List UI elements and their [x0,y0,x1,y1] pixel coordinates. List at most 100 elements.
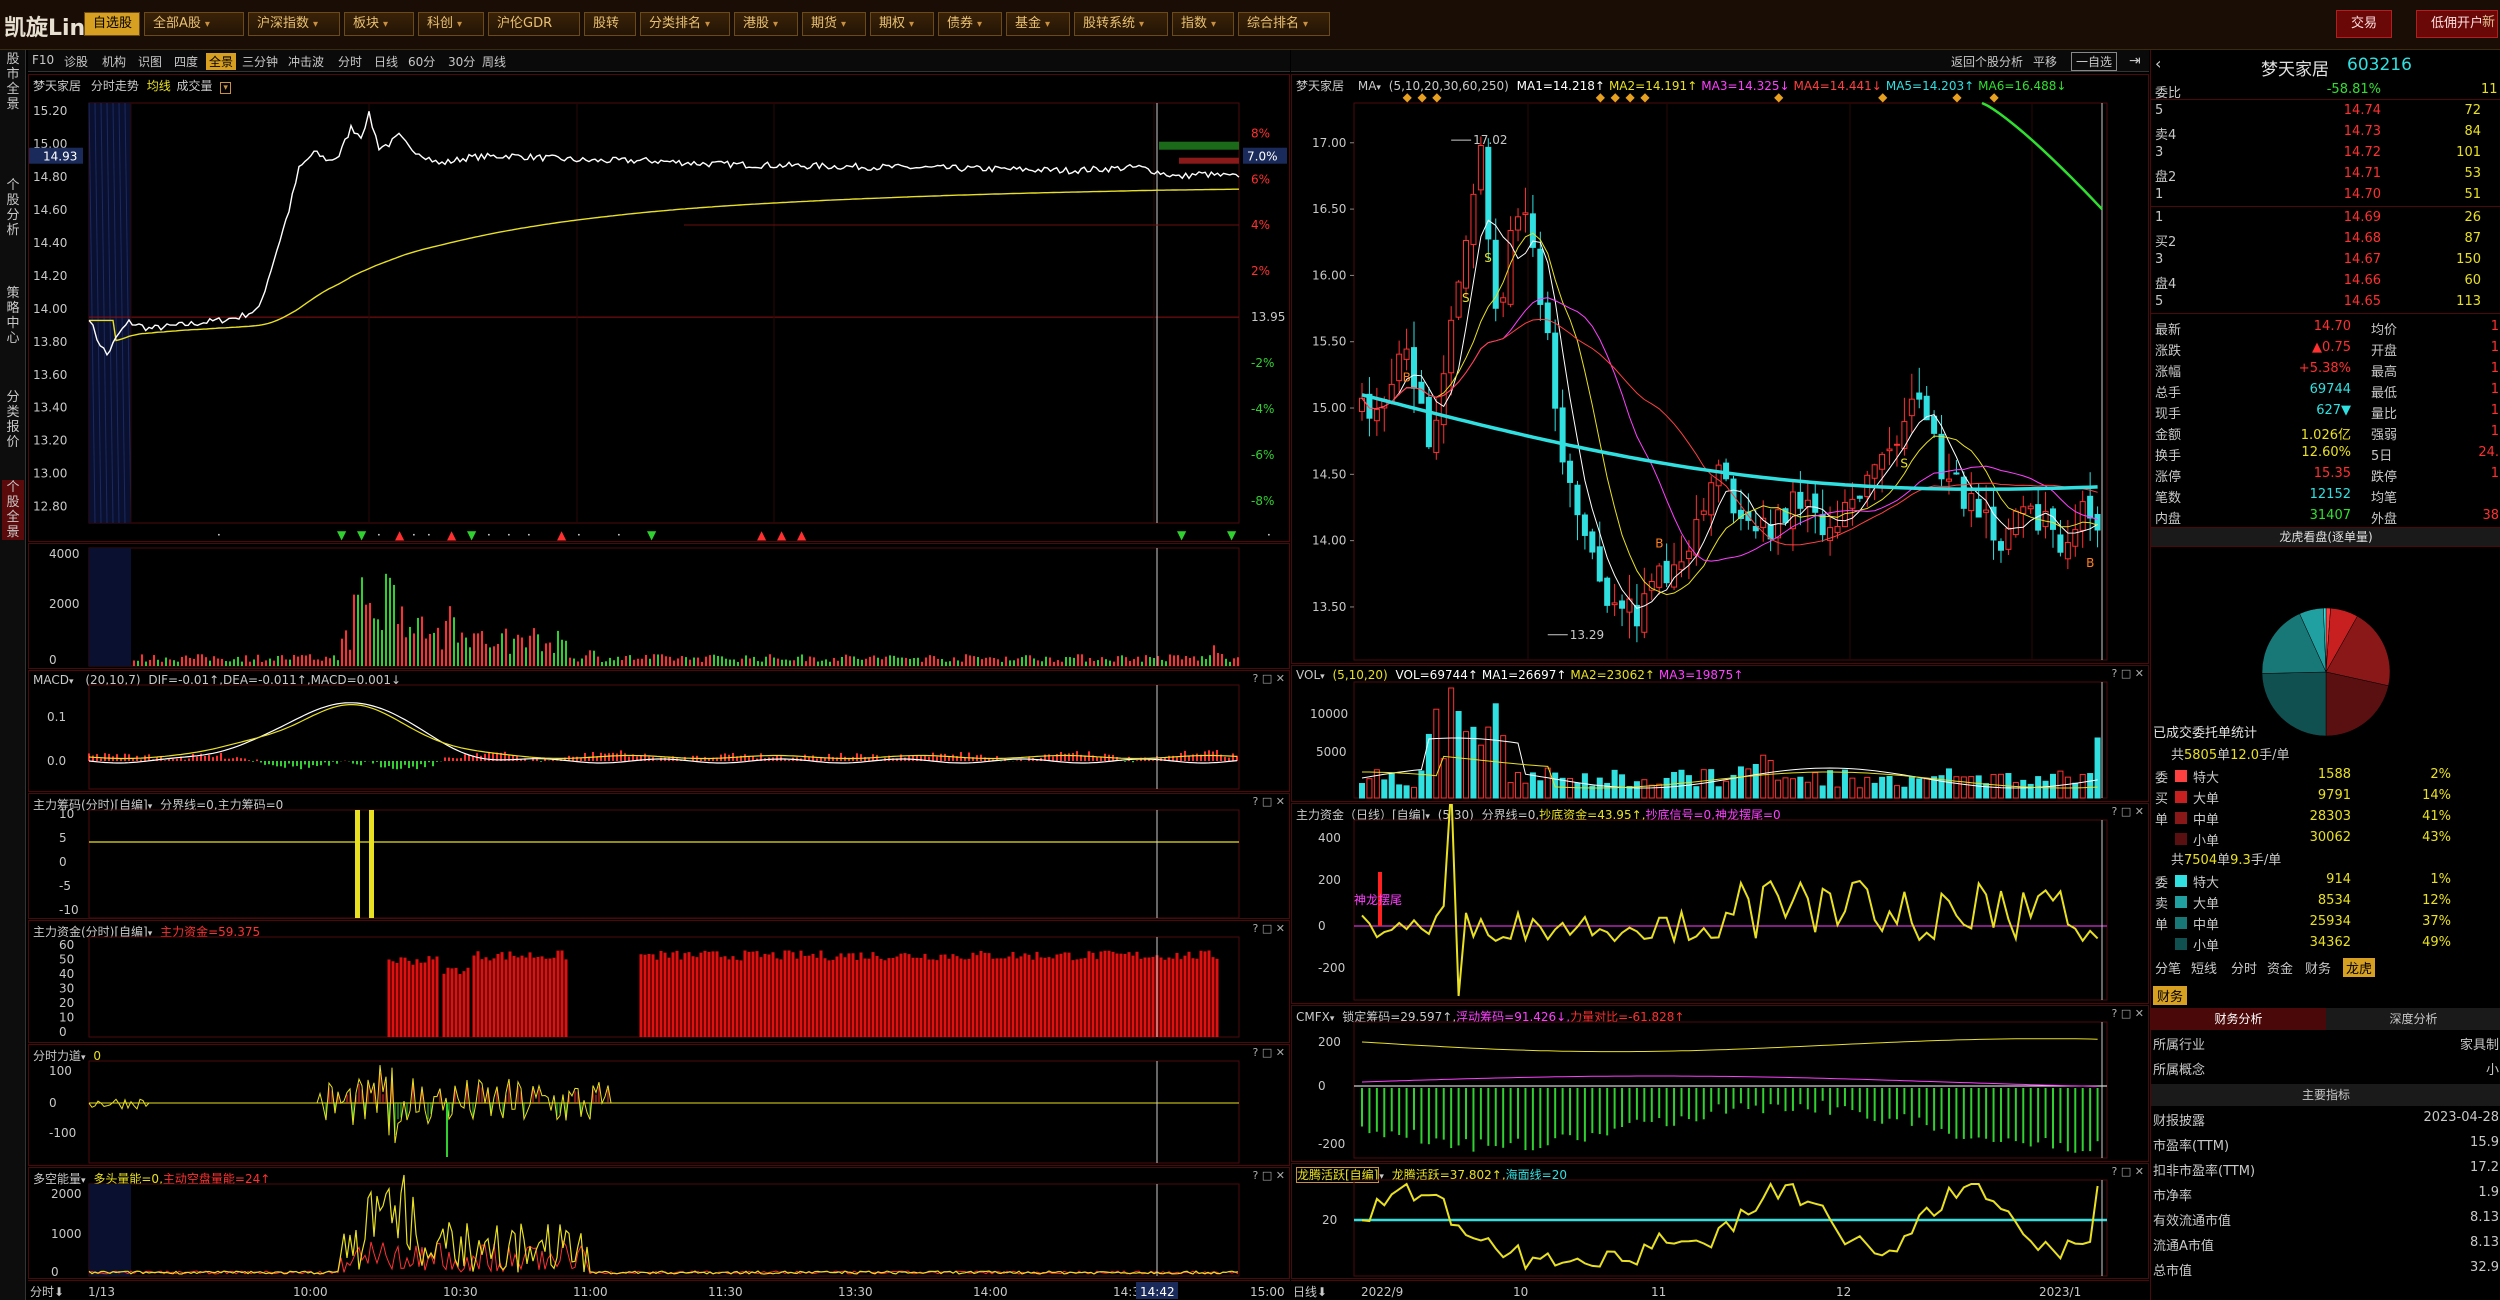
fin-sub-tab-2[interactable]: 深度分析 [2326,1008,2500,1030]
fin-tab[interactable]: 财务 [2153,986,2188,1005]
signal-marker: ▲ [797,528,807,542]
candle-body [1953,472,1960,475]
price-tick: 12.80 [33,500,67,514]
fin-row-label: 财报披露 [2153,1114,2206,1129]
candle-body [1418,381,1425,404]
quote-tab-2[interactable]: 分时 [2231,958,2257,977]
side-tab-0[interactable]: 股市全景 [2,52,24,112]
toolbar-item-4[interactable]: 四度 [174,53,198,70]
daily-toolbar-item-0[interactable]: 返回个股分析 [1951,53,2023,70]
candle-body [1529,213,1536,248]
quote-tab-0[interactable]: 分笔 [2155,958,2181,977]
menu-4[interactable]: 科创 ▾ [418,12,484,36]
menu-13[interactable]: 股转系统 ▾ [1074,12,1168,36]
vol-bar [1373,769,1380,799]
intraday-zlcm-chart: 10 5 0 -5 -10 [59,807,1240,918]
toolbar-item-7[interactable]: 冲击波 [288,53,324,70]
candle-body [1522,212,1529,215]
zlzj-tick: 400 [1318,831,1341,845]
vol-bar [1433,708,1440,799]
toolbar-item-2[interactable]: 机构 [102,53,126,70]
candle-body [1544,302,1551,334]
menu-10[interactable]: 期权 ▾ [870,12,934,36]
order-row: 委 特大 1588 2% [2151,765,2500,786]
side-tab-2[interactable]: 策略中心 [2,286,24,346]
toolbar-item-12[interactable]: 周线 [482,53,506,70]
menu-11[interactable]: 债券 ▾ [938,12,1002,36]
candle-body [1737,509,1744,520]
macd-tick: 0.0 [47,754,66,768]
vol-bar [1381,779,1388,799]
top-diamond: ◆ [1640,90,1650,104]
side-tab-4[interactable]: 个股全景 [2,480,24,540]
stat-value-2: 38 [2482,508,2499,523]
candle-body [1990,506,1997,541]
order-volume: 34362 [2309,935,2351,950]
candle-body [1641,593,1648,633]
daily-toolbar-item-1[interactable]: 平移 [2033,53,2057,70]
daily-zlzj-chart: 400 200 0 -200 神龙摆尾 [1318,804,2108,1001]
toolbar-item-3[interactable]: 识图 [138,53,162,70]
toolbar-item-1[interactable]: 诊股 [64,53,88,70]
side-tab-3[interactable]: 分类报价 [2,390,24,450]
vol-bar [1908,776,1915,799]
intraday-fsld-chart: 100 0 -100 [49,1060,1240,1164]
menu-15[interactable]: 综合排名 ▾ [1238,12,1330,36]
top-right-button-2[interactable]: 新 [2482,10,2495,38]
premarket-shade [89,1184,131,1276]
date-axis-mode: 日线⬇ [1293,1285,1327,1299]
daily-toolbar-item-2[interactable]: 一自选 [2071,52,2118,71]
quote-tab-4[interactable]: 财务 [2305,958,2331,977]
menu-3[interactable]: 板块 ▾ [344,12,414,36]
menu-12[interactable]: 基金 ▾ [1006,12,1070,36]
candle-body [1916,392,1923,400]
candle-body [2087,495,2094,519]
time-label: 15:00 [1250,1285,1285,1299]
menu-5[interactable]: 沪伦GDR [488,12,580,36]
stat-label: 内盘 [2155,512,2182,527]
quote-tab-1[interactable]: 短线 [2191,958,2217,977]
menu-0[interactable]: 自选股 [84,12,140,36]
vol-bar [1752,763,1759,799]
vol-bar [1953,776,1960,799]
menu-label: 综合排名 [1247,16,1300,31]
menu-1[interactable]: 全部A股 ▾ [144,12,244,36]
toolbar-item-0[interactable]: F10 [32,53,54,67]
daily-kline-panel[interactable]: 梦天家居 MA▾ (5,10,20,30,60,250) MA1=14.218↑… [1291,74,2149,664]
intraday-price-panel[interactable]: 梦天家居 分时走势 均线 成交量 ▾ 15.20 15.00 14.80 14.60 1… [28,74,1290,542]
expand-icon[interactable]: ⇥ [2129,53,2141,69]
toolbar-item-11[interactable]: 30分 [448,53,475,70]
toolbar-item-8[interactable]: 分时 [338,53,362,70]
quote-tab-3[interactable]: 资金 [2267,958,2293,977]
menu-6[interactable]: 股转 [584,12,636,36]
quote-tab-5[interactable]: 龙虎 [2343,958,2376,977]
top-diamond: ◆ [1417,90,1427,104]
fin-sub-tab-1[interactable]: 财务分析 [2151,1008,2326,1030]
side-tab-1[interactable]: 个股分析 [2,178,24,238]
menu-9[interactable]: 期货 ▾ [802,12,866,36]
signal-marker: ▼ [467,528,477,542]
menu-14[interactable]: 指数 ▾ [1172,12,1234,36]
toolbar-item-6[interactable]: 三分钟 [242,53,278,70]
toolbar-item-5[interactable]: 全景 [206,53,237,70]
vol-bar [1574,782,1581,799]
chevron-down-icon: ▾ [1211,19,1217,30]
toolbar-item-9[interactable]: 日线 [374,53,398,70]
lthy-tick: 20 [1322,1213,1337,1227]
price-tick: 13.00 [33,467,67,481]
cmfx-tick: 200 [1318,1035,1341,1049]
toolbar-item-10[interactable]: 60分 [408,53,435,70]
vol-bar [1485,726,1492,799]
price-tick: 14.60 [33,203,67,217]
time-label: 11:30 [708,1285,743,1299]
menu-2[interactable]: 沪深指数 ▾ [248,12,340,36]
candle-body [1574,484,1581,516]
stat-label: 涨跌 [2155,344,2182,359]
menu-7[interactable]: 分类排名 ▾ [640,12,730,36]
back-icon[interactable]: ‹ [2155,54,2161,73]
intraday-fsld-panel: 分时力道▾ 0 ? □ ✕ 100 0 -100 [28,1044,1290,1166]
bs-marker: S [1462,291,1470,305]
top-right-button-0[interactable]: 交易 [2336,10,2393,38]
menu-8[interactable]: 港股 ▾ [734,12,798,36]
signal-marker: · [577,528,581,542]
